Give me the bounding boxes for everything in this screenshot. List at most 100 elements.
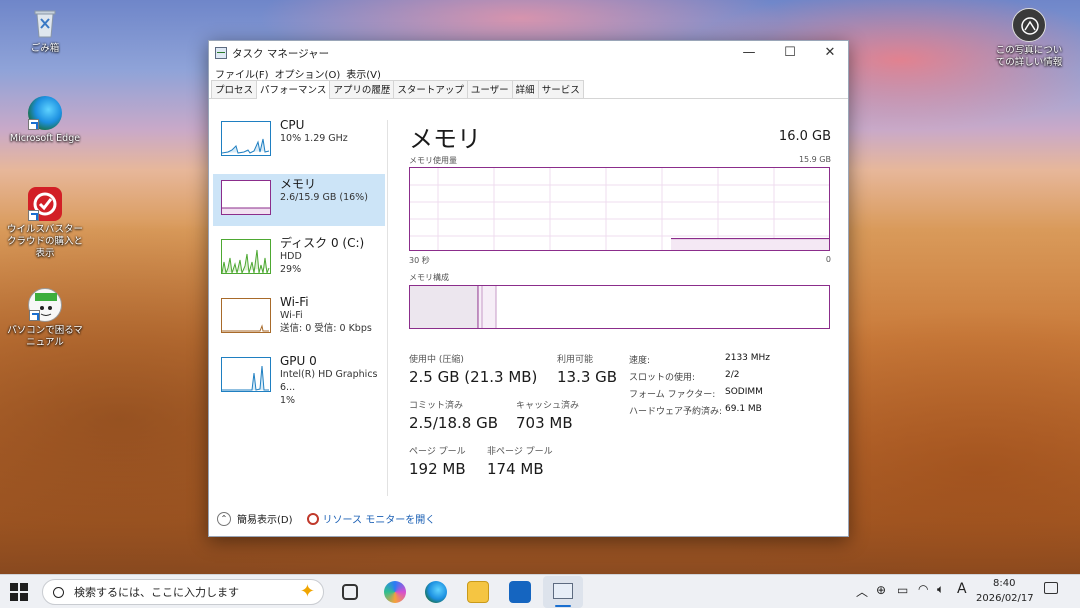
memory-usage-max: 15.9 GB: [798, 155, 831, 164]
desktop-icon-label: ウイルスバスター クラウドの購入と表示: [6, 224, 83, 259]
sidebar-wifi-line2: 送信: 0 受信: 0 Kbps: [280, 323, 372, 334]
task-view-icon[interactable]: [342, 584, 358, 600]
sidebar-item-cpu[interactable]: CPU 10% 1.29 GHz: [213, 115, 385, 167]
camera-info-icon: [1012, 8, 1046, 42]
graph-time-left: 30 秒: [409, 256, 430, 265]
edge-icon: [28, 96, 62, 130]
tab-performance[interactable]: パフォーマンス: [256, 80, 331, 99]
paged-pool-label: ページ プール: [409, 447, 466, 457]
spotlight-label: この写真についての詳しい情報: [995, 45, 1063, 68]
memory-usage-area: [671, 238, 829, 250]
footer-bar: ⌃ 簡易表示(D) リソース モニターを開く: [217, 511, 435, 526]
meet-now-icon[interactable]: ⊕: [876, 583, 886, 597]
nonpaged-pool-value: 174 MB: [487, 460, 544, 478]
sidebar-cpu-title: CPU: [280, 118, 305, 132]
clock-date[interactable]: 2026/02/17: [976, 593, 1034, 604]
active-indicator: [555, 605, 571, 607]
copilot-icon[interactable]: [384, 581, 406, 603]
search-icon: [53, 586, 64, 598]
committed-label: コミット済み: [409, 401, 464, 411]
shortcut-arrow-icon: [28, 210, 39, 221]
desktop-icon-recycle-bin[interactable]: ごみ箱: [0, 6, 90, 55]
shortcut-arrow-icon: [29, 310, 40, 321]
resource-monitor-link[interactable]: リソース モニターを開く: [323, 511, 436, 526]
memory-usage-label: メモリ使用量: [409, 156, 457, 165]
close-button[interactable]: ✕: [810, 41, 850, 63]
task-manager-taskbar-icon: [553, 583, 573, 599]
desktop-icon-edge[interactable]: Microsoft Edge: [0, 96, 90, 145]
wifi-icon[interactable]: ◠: [918, 582, 928, 596]
start-button[interactable]: [10, 583, 28, 601]
available-value: 13.3 GB: [557, 368, 618, 386]
minimize-button[interactable]: —: [729, 41, 769, 63]
tab-users[interactable]: ユーザー: [466, 80, 513, 98]
sidebar-gpu-title: GPU 0: [280, 354, 317, 368]
desktop-icon-manual[interactable]: パソコンで困るマニュアル: [0, 288, 90, 349]
search-highlight-icon: ✦: [299, 581, 315, 602]
chevron-up-icon[interactable]: ︿: [856, 583, 868, 600]
search-placeholder: 検索するには、ここに入力します: [74, 586, 239, 599]
sidebar-item-disk[interactable]: ディスク 0 (C:) HDD 29%: [213, 233, 385, 285]
cached-value: 703 MB: [516, 414, 573, 432]
sidebar-memory-line1: 2.6/15.9 GB (16%): [280, 192, 368, 203]
sidebar-wifi-line1: Wi-Fi: [280, 310, 303, 321]
task-manager-taskbar-button[interactable]: [543, 576, 583, 608]
windows-logo-icon: [10, 583, 28, 601]
window-title: タスク マネージャー: [232, 47, 330, 60]
speaker-icon[interactable]: 🔈︎: [937, 582, 944, 597]
slots-label: スロットの使用:: [629, 373, 696, 383]
sidebar-disk-line2: 29%: [280, 264, 302, 275]
memory-usage-graph: [409, 167, 830, 251]
tab-details[interactable]: 詳細: [511, 80, 539, 98]
fewer-details-link[interactable]: 簡易表示(D): [237, 511, 293, 526]
memory-mini-graph: [221, 180, 271, 215]
menu-bar: ファイル(F) オプション(O) 表示(V): [209, 65, 848, 81]
form-factor-label: フォーム ファクター:: [629, 390, 716, 400]
memory-heading: メモリ: [409, 125, 481, 153]
sidebar-gpu-line1: Intel(R) HD Graphics 6...: [280, 369, 378, 393]
sidebar-item-wifi[interactable]: Wi-Fi Wi-Fi 送信: 0 受信: 0 Kbps: [213, 292, 385, 344]
speed-label: 速度:: [629, 356, 651, 366]
menu-file[interactable]: ファイル(F): [212, 66, 272, 81]
in-use-label: 使用中 (圧縮): [409, 355, 464, 365]
edge-taskbar-icon[interactable]: [425, 581, 447, 603]
sidebar-memory-title: メモリ: [280, 177, 317, 191]
cached-label: キャッシュ済み: [516, 401, 580, 411]
taskbar-search-box[interactable]: 検索するには、ここに入力します ✦: [42, 579, 324, 605]
sidebar-disk-title: ディスク 0 (C:): [280, 236, 365, 250]
sidebar-item-memory[interactable]: メモリ 2.6/15.9 GB (16%): [213, 174, 385, 226]
clock-time[interactable]: 8:40: [993, 578, 1015, 589]
outlook-icon[interactable]: [509, 581, 531, 603]
panel-divider: [387, 120, 388, 496]
performance-panel: CPU 10% 1.29 GHz メモリ 2.6/15.9 GB (16%) デ…: [209, 102, 848, 536]
tab-bar: プロセス パフォーマンス アプリの履歴 スタートアップ ユーザー 詳細 サービス: [209, 80, 848, 99]
maximize-button[interactable]: ☐: [770, 41, 810, 63]
menu-options[interactable]: オプション(O): [272, 66, 344, 81]
cpu-mini-graph: [221, 121, 271, 156]
resource-list: CPU 10% 1.29 GHz メモリ 2.6/15.9 GB (16%) デ…: [213, 115, 385, 410]
file-explorer-icon[interactable]: [467, 581, 489, 603]
disk-mini-graph: [221, 239, 271, 275]
form-factor-value: SODIMM: [725, 387, 763, 397]
nonpaged-pool-label: 非ページ プール: [487, 447, 553, 457]
recycle-bin-icon: [28, 6, 62, 40]
tab-startup[interactable]: スタートアップ: [393, 80, 468, 98]
desktop-icon-virusbuster[interactable]: ウイルスバスター クラウドの購入と表示: [0, 187, 90, 260]
task-manager-window: タスク マネージャー — ☐ ✕ ファイル(F) オプション(O) 表示(V) …: [208, 40, 849, 537]
chevron-up-icon[interactable]: ⌃: [217, 511, 231, 526]
gpu-mini-graph: [221, 357, 271, 392]
tab-processes[interactable]: プロセス: [211, 80, 258, 98]
notification-icon[interactable]: [1044, 582, 1058, 594]
spotlight-info[interactable]: この写真についての詳しい情報: [984, 8, 1074, 69]
sidebar-item-gpu[interactable]: GPU 0 Intel(R) HD Graphics 6... 1%: [213, 351, 385, 406]
menu-view[interactable]: 表示(V): [343, 66, 384, 81]
tab-services[interactable]: サービス: [537, 80, 584, 98]
memory-total: 16.0 GB: [778, 129, 831, 144]
ime-indicator[interactable]: A: [957, 581, 967, 597]
hw-reserved-label: ハードウェア予約済み:: [629, 407, 723, 417]
tab-app-history[interactable]: アプリの履歴: [329, 80, 395, 98]
manual-icon: [28, 288, 62, 322]
sidebar-gpu-line2: 1%: [280, 395, 296, 406]
shortcut-arrow-icon: [28, 119, 39, 130]
battery-icon[interactable]: ▭: [897, 583, 908, 597]
